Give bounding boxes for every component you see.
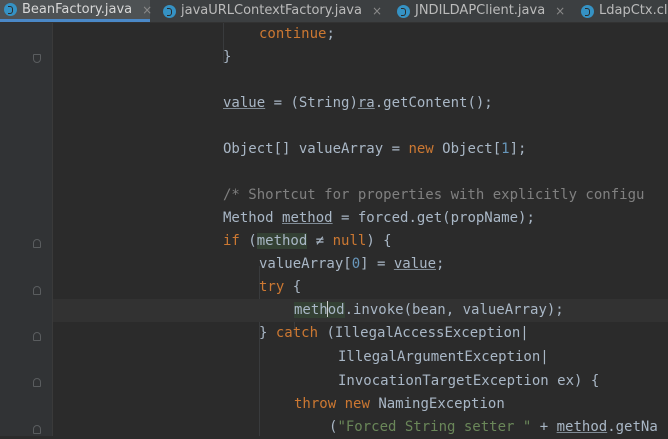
code-line: Method method = forced.get(propName); — [223, 210, 535, 226]
fold-marker-icon[interactable] — [33, 239, 41, 248]
java-class-icon — [163, 4, 176, 18]
code-line: /* Shortcut for properties with explicit… — [223, 187, 645, 203]
java-class-icon — [397, 4, 410, 18]
tab-ldapctx[interactable]: LdapCtx.cla — [576, 0, 668, 22]
fold-marker-icon[interactable] — [33, 425, 41, 434]
editor-gutter — [0, 23, 53, 436]
tab-javaurlcontextfactory[interactable]: javaURLContextFactory.java × — [158, 0, 383, 22]
code-line: Object[] valueArray = new Object[1]; — [223, 141, 527, 157]
code-line: IllegalArgumentException| — [338, 349, 549, 365]
fold-marker-icon[interactable] — [33, 378, 41, 387]
code-editor[interactable]: continue; } value = (String)ra.getConten… — [53, 23, 668, 436]
close-tab-icon[interactable]: × — [555, 1, 565, 21]
tab-jndildapclient[interactable]: JNDILDAPClient.java × — [392, 0, 567, 22]
close-tab-icon[interactable]: × — [372, 1, 382, 21]
code-line: } catch (IllegalAccessException| — [259, 325, 529, 341]
close-tab-icon[interactable]: × — [142, 0, 152, 20]
tab-label: BeanFactory.java — [22, 1, 133, 17]
code-line: if (method ≠ null) { — [223, 233, 392, 249]
fold-marker-icon[interactable] — [33, 286, 41, 295]
code-line: valueArray[0] = value; — [259, 256, 445, 272]
code-line: continue; — [259, 26, 335, 42]
code-line: InvocationTargetException ex) { — [338, 373, 600, 389]
tab-label: JNDILDAPClient.java — [415, 3, 546, 18]
code-line: value = (String)ra.getContent(); — [223, 95, 493, 111]
tab-beanfactory[interactable]: BeanFactory.java × — [0, 0, 152, 22]
tab-label: LdapCtx.cla — [599, 3, 668, 18]
editor-tab-bar: BeanFactory.java × javaURLContextFactory… — [0, 0, 668, 23]
java-class-icon — [581, 4, 594, 18]
fold-marker-icon[interactable] — [33, 54, 41, 63]
code-line-current: method.invoke(bean, valueArray); — [53, 299, 668, 322]
code-line: } — [223, 49, 232, 65]
tab-label: javaURLContextFactory.java — [181, 3, 362, 18]
code-line: try { — [259, 279, 302, 295]
fold-marker-icon[interactable] — [33, 332, 41, 341]
java-class-icon — [4, 3, 17, 16]
code-line: throw new NamingException — [294, 396, 505, 412]
